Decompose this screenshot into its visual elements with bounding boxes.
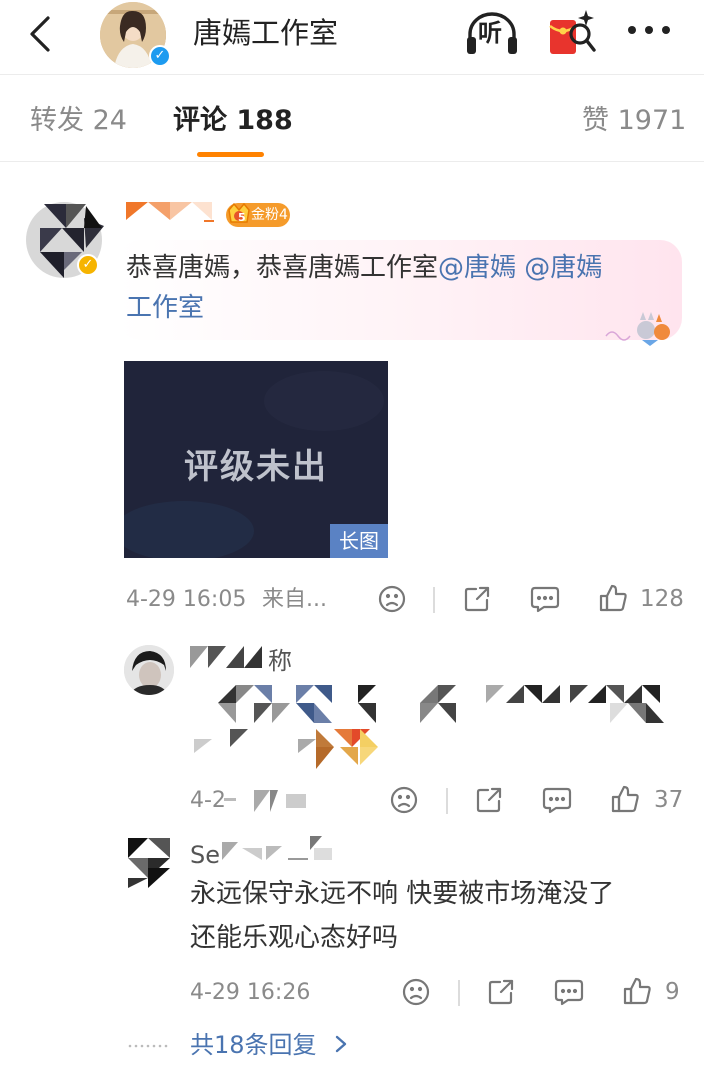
more-replies-link[interactable]: 共18条回复 — [190, 1029, 317, 1061]
comment-text: 恭喜唐嫣，恭喜唐嫣工作室@唐嫣 @唐嫣 — [126, 248, 676, 288]
chevron-right-icon[interactable] — [334, 1034, 348, 1054]
listen-button[interactable]: 听 — [464, 10, 520, 58]
tab-likes[interactable]: 赞 1971 — [582, 102, 686, 140]
mention-link[interactable]: @唐嫣 — [524, 253, 602, 283]
tabs-divider — [0, 161, 704, 162]
like-count: 128 — [640, 586, 684, 612]
image-caption: 评级未出 — [184, 447, 328, 487]
dotted-line — [128, 1044, 172, 1048]
top-nav: ✓ 唐嫣工作室 听 — [0, 0, 704, 72]
share-icon[interactable] — [487, 978, 515, 1006]
listen-label: 听 — [478, 19, 502, 47]
like-icon[interactable] — [610, 784, 640, 814]
tab-reposts[interactable]: 转发 24 — [30, 102, 127, 140]
red-packet-icon[interactable] — [546, 6, 598, 60]
share-icon[interactable] — [475, 786, 503, 814]
reply-time: 4-2 — [190, 788, 226, 813]
reply-text: 永远保守永远不响 快要被市场淹没了 — [190, 879, 615, 909]
action-separator — [458, 980, 460, 1006]
reply-name-mosaic[interactable] — [222, 836, 342, 864]
like-count: 9 — [665, 979, 680, 1005]
fan-level: 5 — [238, 211, 246, 224]
reply-name: Se — [190, 841, 220, 869]
reply-avatar[interactable] — [124, 834, 174, 890]
fan-badge[interactable]: 5 金粉4 — [226, 202, 290, 227]
comment-icon[interactable] — [554, 978, 584, 1006]
comment-image[interactable]: 评级未出 长图 — [124, 361, 388, 558]
dislike-face-icon[interactable] — [402, 978, 430, 1006]
bubble-cartoon-icon — [602, 306, 672, 348]
like-count: 37 — [654, 787, 684, 813]
dislike-face-icon[interactable] — [378, 585, 406, 613]
verified-badge-icon: ✓ — [149, 45, 171, 67]
like-icon[interactable] — [598, 583, 628, 613]
commenter-name[interactable] — [126, 200, 216, 222]
reply-text: 还能乐观心态好吗 — [190, 923, 399, 953]
comment-source: 来自... — [262, 587, 327, 612]
reply-name-mosaic[interactable] — [190, 646, 270, 670]
page-title: 唐嫣工作室 — [193, 16, 339, 50]
like-icon[interactable] — [622, 976, 652, 1006]
verified-badge-icon: ✓ — [77, 254, 99, 276]
reply-avatar[interactable] — [124, 645, 174, 695]
active-tab-indicator — [197, 152, 264, 157]
long-image-badge: 长图 — [330, 524, 388, 558]
dislike-face-icon[interactable] — [390, 786, 418, 814]
reply-name: 称 — [268, 647, 292, 675]
reply-text-mosaic — [190, 683, 680, 773]
tab-comments[interactable]: 评论 188 — [173, 102, 293, 140]
comment-icon[interactable] — [530, 585, 560, 613]
chevron-left-icon[interactable] — [24, 14, 56, 54]
fan-badge-label: 金粉4 — [251, 207, 288, 223]
mention-link[interactable]: @唐嫣 — [438, 253, 516, 283]
share-icon[interactable] — [463, 585, 491, 613]
comment-time: 4-29 16:05 — [126, 587, 247, 612]
more-dots-icon[interactable] — [626, 20, 672, 40]
comment-text-plain: 恭喜唐嫣，恭喜唐嫣工作室 — [126, 253, 439, 283]
nav-divider — [0, 74, 704, 75]
action-separator — [446, 788, 448, 814]
reply-time-mosaic — [224, 786, 310, 816]
action-separator — [433, 587, 435, 613]
comment-icon[interactable] — [542, 786, 572, 814]
reply-time: 4-29 16:26 — [190, 980, 311, 1005]
mention-link-continued[interactable]: 工作室 — [126, 288, 204, 328]
